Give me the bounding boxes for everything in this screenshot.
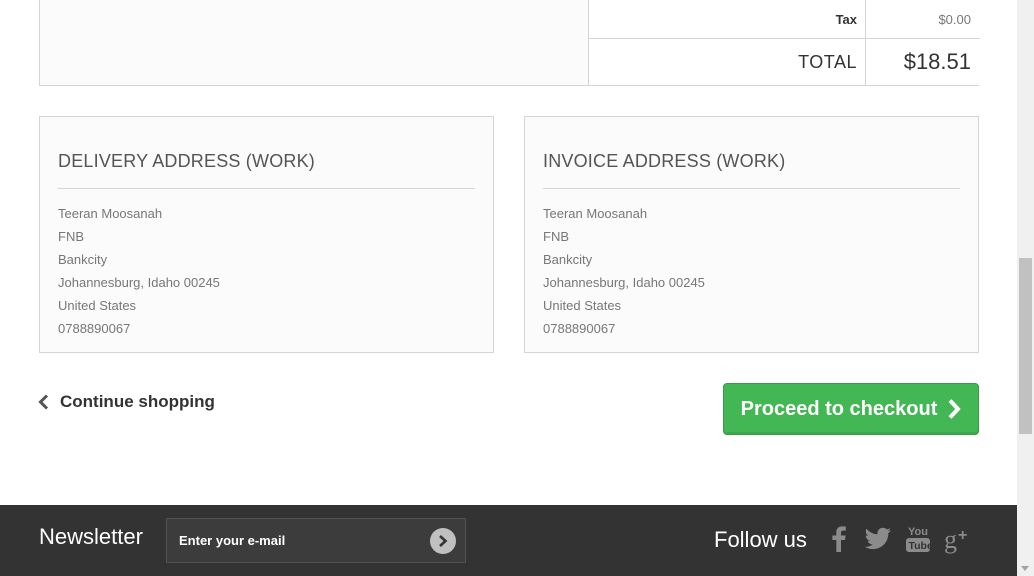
- chevron-left-icon: [38, 392, 52, 412]
- svg-text:Tube: Tube: [909, 540, 933, 552]
- newsletter-form: [166, 518, 466, 563]
- cart-summary: Tax $0.00 TOTAL $18.51: [39, 0, 980, 86]
- address-company: FNB: [543, 229, 569, 244]
- address-phone: 0788890067: [543, 321, 616, 336]
- delivery-address-title: DELIVERY ADDRESS (WORK): [58, 151, 475, 189]
- address-company: FNB: [58, 229, 84, 244]
- follow-us-title: Follow us: [714, 527, 807, 552]
- google-plus-icon[interactable]: g +: [943, 521, 975, 557]
- invoice-address-box: INVOICE ADDRESS (WORK) Teeran Moosanah F…: [524, 116, 979, 353]
- address-street: Bankcity: [543, 252, 593, 267]
- tax-row: Tax $0.00: [589, 0, 980, 39]
- facebook-icon[interactable]: [823, 521, 855, 557]
- tax-label: Tax: [589, 0, 866, 38]
- total-value: $18.51: [903, 49, 971, 74]
- order-page: Tax $0.00 TOTAL $18.51 DELIVERY ADDRESS …: [0, 0, 1034, 576]
- newsletter-title: Newsletter: [39, 524, 143, 549]
- scrollbar-thumb[interactable]: [1019, 258, 1032, 434]
- svg-text:You: You: [908, 526, 928, 538]
- svg-text:g: g: [944, 525, 957, 554]
- continue-shopping-link[interactable]: Continue shopping: [38, 392, 215, 412]
- delivery-address-lines: Teeran Moosanah FNB Bankcity Johannesbur…: [58, 202, 475, 340]
- invoice-address-title: INVOICE ADDRESS (WORK): [543, 151, 960, 189]
- page-scrollbar[interactable]: [1017, 0, 1034, 576]
- invoice-address-lines: Teeran Moosanah FNB Bankcity Johannesbur…: [543, 202, 960, 340]
- footer: Newsletter Follow us You Tube g +: [0, 505, 1017, 576]
- youtube-icon[interactable]: You Tube: [902, 521, 934, 557]
- newsletter-submit-button[interactable]: [430, 528, 456, 554]
- address-phone: 0788890067: [58, 321, 131, 336]
- total-row: TOTAL $18.51: [589, 39, 980, 85]
- address-name: Teeran Moosanah: [58, 206, 163, 221]
- twitter-icon[interactable]: [862, 521, 894, 557]
- address-name: Teeran Moosanah: [543, 206, 648, 221]
- continue-shopping-label: Continue shopping: [60, 392, 215, 411]
- address-street: Bankcity: [58, 252, 108, 267]
- checkout-label: Proceed to checkout: [740, 397, 938, 420]
- delivery-address-box: DELIVERY ADDRESS (WORK) Teeran Moosanah …: [39, 116, 494, 353]
- total-label: TOTAL: [589, 39, 866, 85]
- svg-text:+: +: [958, 527, 967, 544]
- chevron-right-icon: [947, 398, 962, 420]
- address-city: Johannesburg, Idaho 00245: [58, 275, 220, 290]
- address-country: United States: [543, 298, 622, 313]
- address-city: Johannesburg, Idaho 00245: [543, 275, 705, 290]
- address-country: United States: [58, 298, 137, 313]
- proceed-to-checkout-button[interactable]: Proceed to checkout: [723, 383, 979, 435]
- scroll-down-arrow-icon[interactable]: [1021, 566, 1029, 571]
- totals-table: Tax $0.00 TOTAL $18.51: [588, 0, 980, 85]
- tax-value: $0.00: [938, 11, 971, 27]
- newsletter-email-input[interactable]: [167, 519, 422, 562]
- chevron-right-icon: [439, 535, 448, 547]
